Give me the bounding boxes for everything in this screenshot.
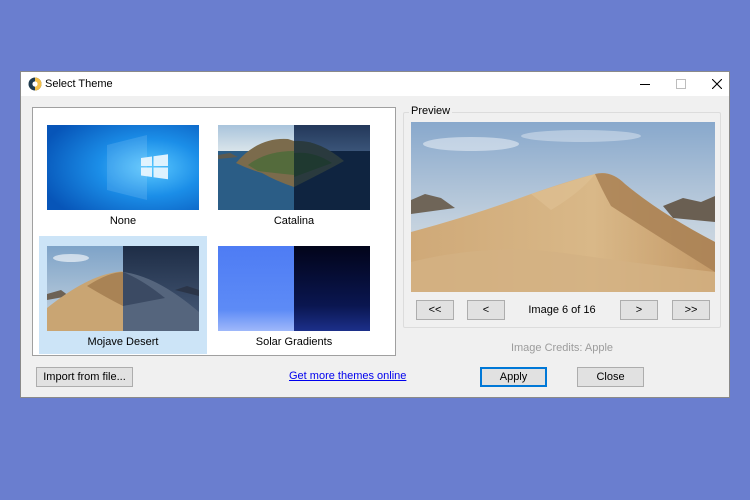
theme-tile-mojave-desert[interactable]: Mojave Desert bbox=[39, 236, 207, 354]
theme-label: Solar Gradients bbox=[255, 336, 333, 348]
window-title: Select Theme bbox=[45, 78, 113, 90]
close-window-button[interactable] bbox=[699, 72, 735, 96]
app-icon bbox=[28, 77, 42, 91]
theme-tile-solar-gradients[interactable]: Solar Gradients bbox=[210, 236, 378, 354]
maximize-icon bbox=[676, 79, 686, 89]
image-counter: Image 6 of 16 bbox=[528, 304, 596, 316]
minimize-icon bbox=[640, 84, 650, 85]
theme-thumbnail-mojave-desert bbox=[47, 246, 199, 331]
theme-label: Mojave Desert bbox=[87, 336, 159, 348]
theme-thumbnail-catalina bbox=[218, 125, 370, 210]
theme-label: None bbox=[109, 215, 137, 227]
close-icon bbox=[712, 79, 722, 89]
minimize-button[interactable] bbox=[627, 72, 663, 96]
close-button[interactable]: Close bbox=[577, 367, 644, 387]
theme-tile-none[interactable]: None bbox=[39, 115, 207, 233]
last-image-button[interactable]: >> bbox=[672, 300, 710, 320]
theme-list[interactable]: None Catalina Mojave Desert Solar Gradie… bbox=[32, 107, 396, 356]
next-image-button[interactable]: > bbox=[620, 300, 658, 320]
theme-thumbnail-none bbox=[47, 125, 199, 210]
title-bar[interactable]: Select Theme bbox=[21, 72, 729, 96]
maximize-button[interactable] bbox=[663, 72, 699, 96]
preview-legend: Preview bbox=[409, 105, 453, 117]
previous-image-button[interactable]: < bbox=[467, 300, 505, 320]
theme-thumbnail-solar-gradients bbox=[218, 246, 370, 331]
get-more-themes-link[interactable]: Get more themes online bbox=[289, 370, 406, 382]
preview-image bbox=[411, 122, 715, 292]
first-image-button[interactable]: << bbox=[416, 300, 454, 320]
apply-button[interactable]: Apply bbox=[480, 367, 547, 387]
select-theme-dialog: Select Theme None Catalina Mojave Desert… bbox=[20, 71, 730, 398]
image-credits: Image Credits: Apple bbox=[510, 342, 614, 354]
theme-tile-catalina[interactable]: Catalina bbox=[210, 115, 378, 233]
import-from-file-button[interactable]: Import from file... bbox=[36, 367, 133, 387]
theme-label: Catalina bbox=[273, 215, 315, 227]
